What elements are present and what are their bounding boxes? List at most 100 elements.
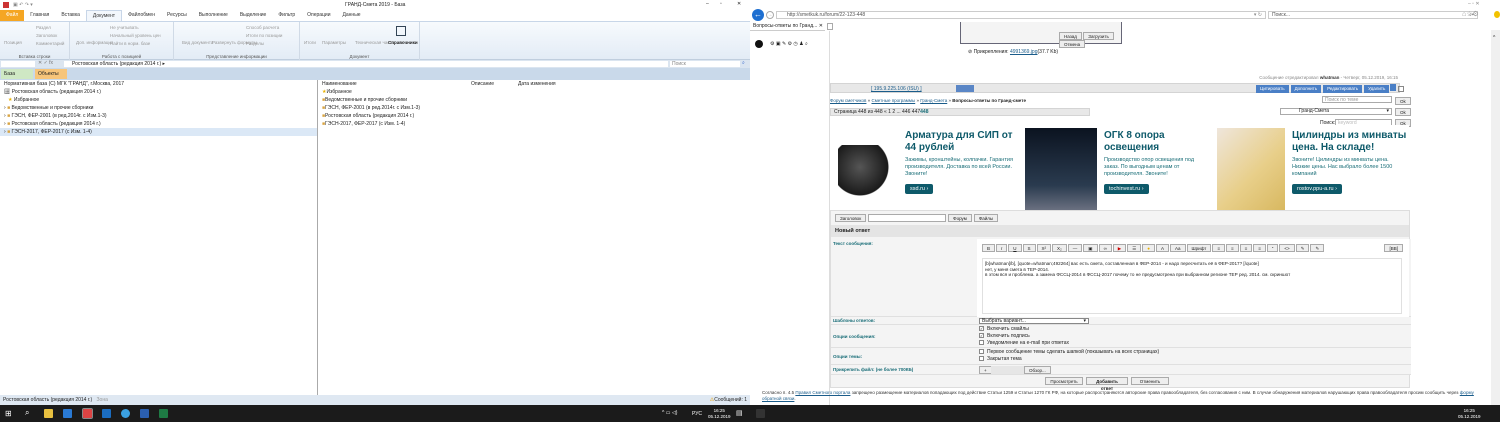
- ad-button[interactable]: ssd.ru ›: [905, 184, 934, 194]
- image-button[interactable]: ▣: [1083, 244, 1098, 252]
- cancel-button[interactable]: Отмена: [1059, 40, 1086, 48]
- superscript-button[interactable]: X²: [1036, 244, 1052, 252]
- tree-item-selected[interactable]: › ■ ГЭСН-2017, ФЕР-2017 (с Изм. 1-4): [0, 128, 317, 136]
- url-bar[interactable]: http://smetkuk.ru/forum/22-123-448 ▾ ↻: [776, 11, 1266, 19]
- pagination[interactable]: Страница 448 из 448 « 1 2 ... 446 447448: [830, 108, 1090, 116]
- select-checkbox[interactable]: [1398, 86, 1404, 92]
- html-toggle-button[interactable]: [BB]: [1384, 244, 1403, 252]
- bold-button[interactable]: B: [982, 244, 996, 252]
- link-button[interactable]: ∞: [1098, 244, 1112, 252]
- search-icon[interactable]: ⌕: [25, 408, 29, 418]
- price-level-button[interactable]: Начальный уровень цен: [110, 33, 161, 38]
- cancel-reply-button[interactable]: Отменить: [1131, 377, 1169, 385]
- position-button[interactable]: Позиция: [4, 40, 22, 45]
- top-icon[interactable]: [1390, 84, 1396, 91]
- explorer-icon[interactable]: [44, 409, 53, 418]
- totals-button[interactable]: Итоги: [304, 40, 316, 45]
- excel-icon[interactable]: [159, 409, 168, 418]
- color-button[interactable]: A: [1156, 244, 1170, 252]
- ad-title[interactable]: Цилиндры из минваты цена. На складе!: [1292, 130, 1407, 154]
- back-icon[interactable]: ←: [752, 9, 764, 21]
- outlook-icon[interactable]: [102, 409, 111, 418]
- breadcrumb-link[interactable]: Гранд-Смета: [920, 98, 947, 103]
- formula-icons[interactable]: ✕ ✓ fx: [38, 60, 53, 66]
- user-icons[interactable]: [956, 85, 974, 92]
- title-input[interactable]: [868, 214, 947, 222]
- tab-operations[interactable]: Операции: [301, 10, 336, 21]
- italic-button[interactable]: I: [996, 244, 1008, 252]
- comment-button[interactable]: Комментарий: [36, 41, 64, 46]
- font-select[interactable]: Шрифт: [1186, 244, 1212, 252]
- objects-button[interactable]: Объекты: [35, 69, 67, 79]
- tree-item[interactable]: ★ Избранное: [0, 96, 317, 104]
- ad-banner-1[interactable]: Арматура для СИП от 44 рублей Зажимы, кр…: [830, 125, 1020, 210]
- browser-tab[interactable]: Вопросы-ответы по Гранд... ✕: [750, 22, 825, 31]
- clock-2[interactable]: 16:25 05.12.2019: [1458, 408, 1481, 420]
- tab-document[interactable]: Документ: [85, 10, 123, 21]
- tree-item[interactable]: › ■ Ростовская область (редакция 2014 г.…: [0, 120, 317, 128]
- attachment-link[interactable]: 4991369.jpg: [1010, 49, 1038, 55]
- path-field[interactable]: Ростовская область (редакция 2014 г.) ▸: [64, 61, 668, 67]
- tab-filter[interactable]: Фильтр: [272, 10, 301, 21]
- window-controls[interactable]: – ▫ ✕: [1468, 1, 1480, 7]
- ad-button[interactable]: tochinvest.ru ›: [1104, 184, 1149, 194]
- quote-button[interactable]: Цитировать: [1256, 85, 1289, 93]
- breadcrumb-link[interactable]: Сметные программы: [871, 98, 915, 103]
- upload-button[interactable]: Загрузить: [1083, 32, 1114, 40]
- files-button[interactable]: Файлы: [973, 214, 999, 222]
- document-view-button[interactable]: Вид документа: [182, 40, 213, 45]
- ip-link[interactable]: [ 195.9.225.106 (ISU) ]: [871, 86, 922, 92]
- breadcrumb-link[interactable]: Форум сметчиков: [830, 98, 866, 103]
- column-description[interactable]: Описание: [471, 80, 494, 88]
- parameters-button[interactable]: Параметры: [322, 40, 346, 45]
- ad-banner-3[interactable]: Цилиндры из минваты цена. На складе! Зво…: [1214, 125, 1409, 210]
- tray-icons[interactable]: ^ ▭ ◁): [662, 410, 677, 416]
- tab-resources[interactable]: Ресурсы: [161, 10, 193, 21]
- forum-select[interactable]: Гранд-Смета ▾: [1280, 108, 1392, 115]
- ok-button[interactable]: Ok: [1395, 108, 1411, 116]
- quick-access-icons[interactable]: ▣ ↶ ↷ ▾: [13, 2, 33, 8]
- skype-icon[interactable]: [121, 409, 130, 418]
- strike-button[interactable]: S: [1022, 244, 1036, 252]
- option-email-notify[interactable]: Уведомление на e-mail при ответах: [979, 340, 1069, 347]
- close-icon[interactable]: ✕: [737, 1, 741, 7]
- messages-indicator[interactable]: ⚠Сообщений: 1: [710, 395, 747, 405]
- rules-link[interactable]: Правил Сметного портала: [795, 390, 850, 395]
- underline-button[interactable]: U: [1008, 244, 1022, 252]
- topic-search-input[interactable]: Поиск по теме: [1322, 96, 1392, 103]
- find-in-base-button[interactable]: Найти в норм. базе: [110, 41, 150, 46]
- hr-button[interactable]: —: [1067, 244, 1083, 252]
- list-item[interactable]: ★Избранное: [318, 88, 750, 96]
- ok-button[interactable]: Ok: [1395, 97, 1411, 105]
- forum-button[interactable]: Форум: [948, 214, 972, 222]
- search-icon[interactable]: ⌕: [742, 60, 745, 66]
- align-right-button[interactable]: ≡: [1239, 244, 1253, 252]
- list-item[interactable]: ■Ведомственные и прочие сборники: [318, 96, 750, 104]
- tab-home[interactable]: Главная: [24, 10, 55, 21]
- size-button[interactable]: Aa: [1170, 244, 1186, 252]
- preview-button[interactable]: Просмотреть: [1045, 377, 1083, 385]
- ad-banner-2[interactable]: ОГК 8 опора освещения Производство опор …: [1022, 125, 1212, 210]
- ad-title[interactable]: ОГК 8 опора освещения: [1104, 130, 1210, 154]
- tab-file-exchange[interactable]: Файлобмен: [122, 10, 161, 21]
- references-button[interactable]: Справочники: [388, 40, 418, 45]
- base-button[interactable]: База: [1, 69, 33, 79]
- smiley-icon[interactable]: [1494, 11, 1500, 18]
- tree-item[interactable]: › ■ ГЭСН, ФЕР-2001 (в ред.2014г. с Изм.1…: [0, 112, 317, 120]
- word-icon[interactable]: [140, 409, 149, 418]
- sections-button[interactable]: Разделы: [246, 41, 264, 46]
- tab-execution[interactable]: Выполнение: [193, 10, 234, 21]
- clock[interactable]: 16:25 05.12.2019: [708, 408, 731, 420]
- column-name[interactable]: Наименование: [322, 81, 357, 87]
- minimize-icon[interactable]: –: [706, 1, 709, 7]
- add-file-button[interactable]: +: [979, 366, 992, 374]
- browse-button[interactable]: Обзор...: [1024, 366, 1051, 374]
- justify-button[interactable]: ≡: [1253, 244, 1266, 252]
- option-pin-first[interactable]: Первое сообщение темы сделать шапкой (по…: [979, 349, 1159, 356]
- tree-item[interactable]: › ■ Ведомственные и прочие сборники: [0, 104, 317, 112]
- column-date[interactable]: Дата изменения: [518, 80, 556, 88]
- ignore-button[interactable]: Не учитывать: [110, 25, 139, 30]
- align-center-button[interactable]: ≡: [1226, 244, 1239, 252]
- avatar[interactable]: [755, 40, 763, 48]
- edit-button[interactable]: Редактировать: [1323, 85, 1363, 93]
